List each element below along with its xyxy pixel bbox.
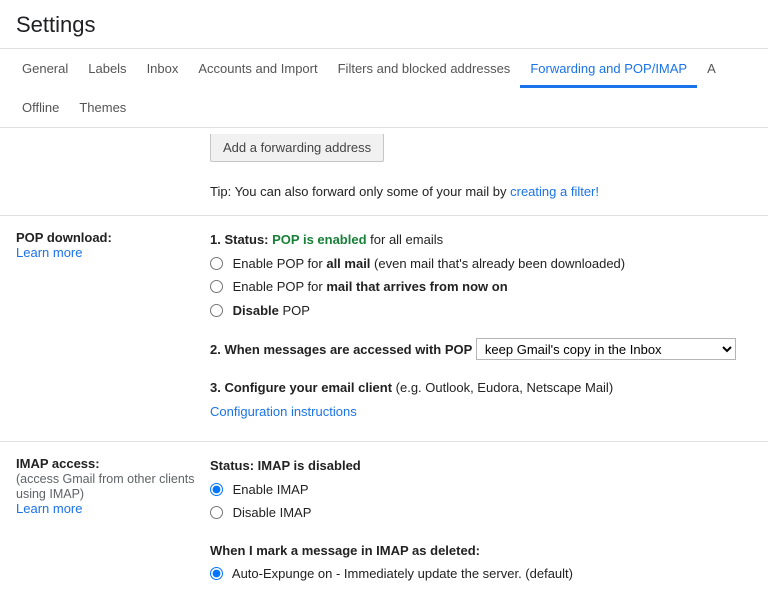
pop-radio-from-now[interactable] [210, 280, 223, 293]
pop-opt1-bold: all mail [326, 256, 370, 271]
add-forwarding-address-button[interactable]: Add a forwarding address [210, 134, 384, 162]
tab-forwarding[interactable]: Forwarding and POP/IMAP [520, 49, 697, 88]
tab-inbox[interactable]: Inbox [137, 49, 189, 88]
imap-deleted-label: When I mark a message in IMAP as deleted… [210, 543, 480, 558]
imap-opt2-label: Disable IMAP [233, 505, 312, 520]
imap-radio-auto-expunge[interactable] [210, 567, 223, 580]
pop-opt1-suffix: (even mail that's already been downloade… [370, 256, 625, 271]
pop-action-select[interactable]: keep Gmail's copy in the Inbox [476, 338, 736, 360]
imap-access-section: IMAP access: (access Gmail from other cl… [0, 442, 768, 604]
imap-status-prefix: Status: [210, 458, 258, 473]
tab-addons[interactable]: A [697, 49, 716, 88]
page-title: Settings [16, 12, 752, 38]
tab-labels[interactable]: Labels [78, 49, 136, 88]
tip-text: Tip: You can also forward only some of y… [210, 184, 510, 199]
tab-offline[interactable]: Offline [12, 88, 69, 127]
settings-tabs: General Labels Inbox Accounts and Import… [0, 48, 768, 128]
pop-q2-label: 2. When messages are accessed with POP [210, 342, 472, 357]
pop-q3-suffix: (e.g. Outlook, Eudora, Netscape Mail) [392, 380, 613, 395]
pop-opt2-bold: mail that arrives from now on [326, 279, 507, 294]
pop-q3-bold: 3. Configure your email client [210, 380, 392, 395]
tab-filters[interactable]: Filters and blocked addresses [328, 49, 521, 88]
pop-learn-more-link[interactable]: Learn more [16, 245, 82, 260]
pop-status-value: POP is enabled [272, 232, 366, 247]
tab-accounts[interactable]: Accounts and Import [188, 49, 327, 88]
tab-general[interactable]: General [12, 49, 78, 88]
pop-config-instructions-link[interactable]: Configuration instructions [210, 404, 357, 419]
pop-status-suffix: for all emails [367, 232, 444, 247]
imap-expunge1-label: Auto-Expunge on - Immediately update the… [232, 566, 573, 581]
imap-status-value: IMAP is disabled [258, 458, 361, 473]
create-filter-link[interactable]: creating a filter! [510, 184, 599, 199]
pop-opt3-bold: Disable [233, 303, 279, 318]
forwarding-tip: Tip: You can also forward only some of y… [210, 184, 752, 199]
imap-opt1-label: Enable IMAP [233, 482, 309, 497]
tab-themes[interactable]: Themes [69, 88, 136, 127]
imap-subtitle: (access Gmail from other clients using I… [16, 472, 195, 501]
pop-radio-disable[interactable] [210, 304, 223, 317]
pop-opt1-prefix: Enable POP for [233, 256, 327, 271]
pop-opt2-prefix: Enable POP for [233, 279, 327, 294]
pop-download-section: POP download: Learn more 1. Status: POP … [0, 216, 768, 442]
pop-radio-all-mail[interactable] [210, 257, 223, 270]
pop-status-row: 1. Status: POP is enabled for all emails [210, 230, 752, 250]
imap-learn-more-link[interactable]: Learn more [16, 501, 82, 516]
pop-opt3-suffix: POP [279, 303, 310, 318]
imap-title: IMAP access: [16, 456, 100, 471]
pop-title: POP download: [16, 230, 112, 245]
imap-radio-disable[interactable] [210, 506, 223, 519]
pop-status-prefix: 1. Status: [210, 232, 272, 247]
imap-radio-enable[interactable] [210, 483, 223, 496]
